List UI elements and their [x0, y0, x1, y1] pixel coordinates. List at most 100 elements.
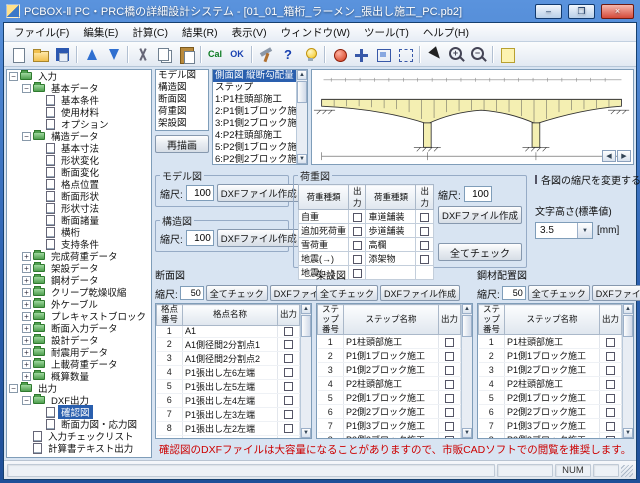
- table-row[interactable]: 7P1側3ブロック施工: [318, 419, 461, 433]
- table-row[interactable]: 2P1側1ブロック施工: [318, 349, 461, 363]
- table-row[interactable]: 3P1側2ブロック施工: [479, 363, 622, 377]
- output-checkbox[interactable]: [284, 354, 293, 363]
- table-row[interactable]: 5P2側1ブロック施工: [318, 391, 461, 405]
- output-checkbox[interactable]: [606, 366, 615, 375]
- copy-icon[interactable]: [153, 44, 175, 64]
- load-dxf-button[interactable]: DXFファイル作成: [438, 206, 522, 224]
- move-up-icon[interactable]: [80, 44, 102, 64]
- table-row[interactable]: 2A1側径間2分割点1: [157, 337, 300, 351]
- expand-icon[interactable]: +: [22, 312, 31, 321]
- figure-list-item[interactable]: 構造図: [156, 82, 208, 94]
- output-checkbox[interactable]: [353, 255, 362, 264]
- expand-icon[interactable]: +: [22, 252, 31, 261]
- section-check-all-button[interactable]: 全てチェック: [206, 285, 268, 301]
- section-scale-input[interactable]: [180, 286, 204, 300]
- output-checkbox[interactable]: [445, 338, 454, 347]
- figure-list-item[interactable]: モデル図: [156, 70, 208, 82]
- scroll-up-icon[interactable]: ▲: [301, 304, 311, 314]
- step-list-scrollbar[interactable]: ▲▼: [296, 70, 307, 164]
- output-checkbox[interactable]: [353, 241, 362, 250]
- zoom-window-icon[interactable]: [394, 44, 416, 64]
- expand-icon[interactable]: +: [22, 324, 31, 333]
- output-checkbox[interactable]: [445, 380, 454, 389]
- output-checkbox[interactable]: [606, 408, 615, 417]
- output-checkbox[interactable]: [284, 382, 293, 391]
- menu-file[interactable]: ファイル(F): [8, 23, 75, 42]
- load-check-all-button[interactable]: 全てチェック: [438, 243, 522, 261]
- tendon-table-scrollbar[interactable]: ▲▼: [622, 304, 633, 438]
- scrollbar-thumb[interactable]: [462, 315, 472, 337]
- output-checkbox[interactable]: [445, 352, 454, 361]
- table-row[interactable]: 1P1柱頭部施工: [318, 335, 461, 349]
- output-checkbox[interactable]: [284, 396, 293, 405]
- expand-icon[interactable]: +: [22, 360, 31, 369]
- move-down-icon[interactable]: [102, 44, 124, 64]
- collapse-icon[interactable]: −: [22, 132, 31, 141]
- table-row[interactable]: 6P2側2ブロック施工: [479, 405, 622, 419]
- open-file-icon[interactable]: [29, 44, 51, 64]
- figure-list-item[interactable]: 荷重図: [156, 106, 208, 118]
- scroll-up-icon[interactable]: ▲: [297, 70, 307, 80]
- output-checkbox[interactable]: [284, 424, 293, 433]
- scrollbar-thumb[interactable]: [301, 315, 311, 337]
- calc-button[interactable]: Cal: [204, 44, 226, 64]
- load-scale-input[interactable]: [464, 186, 492, 202]
- output-checkbox[interactable]: [284, 340, 293, 349]
- table-row[interactable]: 4P2柱頭部施工: [318, 377, 461, 391]
- expand-icon[interactable]: +: [22, 300, 31, 309]
- section-table-scrollbar[interactable]: ▲▼: [300, 304, 311, 438]
- text-height-select[interactable]: 3.5 ▼: [535, 222, 593, 239]
- output-checkbox[interactable]: [420, 227, 429, 236]
- scroll-down-icon[interactable]: ▼: [297, 154, 307, 164]
- table-row[interactable]: 8P1張出し左2左端: [157, 421, 300, 435]
- erection-table-scrollbar[interactable]: ▲▼: [461, 304, 472, 438]
- model-scale-input[interactable]: [186, 185, 214, 201]
- output-checkbox[interactable]: [284, 410, 293, 419]
- pan-view-icon[interactable]: [350, 44, 372, 64]
- expand-icon[interactable]: +: [22, 348, 31, 357]
- output-checkbox[interactable]: [353, 213, 362, 222]
- table-row[interactable]: 9P1張出し左1左端: [157, 435, 300, 439]
- output-checkbox[interactable]: [445, 436, 454, 439]
- fit-view-icon[interactable]: [372, 44, 394, 64]
- tendon-dxf-button[interactable]: DXFファイル作成: [592, 285, 640, 301]
- next-step-button[interactable]: ▶: [617, 150, 631, 162]
- change-scale-option[interactable]: 各図の縮尺を変更する: [535, 172, 632, 187]
- cut-icon[interactable]: [131, 44, 153, 64]
- hint-lamp-icon[interactable]: [299, 44, 321, 64]
- table-row[interactable]: 1A1: [157, 325, 300, 337]
- scroll-down-icon[interactable]: ▼: [462, 428, 472, 438]
- build-icon[interactable]: [255, 44, 277, 64]
- minimize-button[interactable]: –: [535, 4, 562, 19]
- menu-window[interactable]: ウィンドウ(W): [275, 23, 356, 42]
- table-row[interactable]: 8P2側3ブロック施工: [479, 433, 622, 439]
- output-checkbox[interactable]: [420, 255, 429, 264]
- scrollbar-thumb[interactable]: [297, 81, 307, 103]
- output-checkbox[interactable]: [284, 327, 293, 336]
- scroll-down-icon[interactable]: ▼: [301, 428, 311, 438]
- collapse-icon[interactable]: −: [22, 84, 31, 93]
- zoom-in-icon[interactable]: [445, 44, 467, 64]
- zoom-out-icon[interactable]: [467, 44, 489, 64]
- output-checkbox[interactable]: [420, 213, 429, 222]
- table-row[interactable]: 1P1柱頭部施工: [479, 335, 622, 349]
- step-list-item[interactable]: 2:P1側1ブロック施工: [213, 106, 296, 118]
- figure-list-item[interactable]: 架設図: [156, 118, 208, 130]
- output-checkbox[interactable]: [445, 408, 454, 417]
- output-checkbox[interactable]: [420, 241, 429, 250]
- maximize-button[interactable]: ❐: [568, 4, 595, 19]
- menu-help[interactable]: ヘルプ(H): [417, 23, 475, 42]
- output-checkbox[interactable]: [606, 352, 615, 361]
- table-row[interactable]: 5P2側1ブロック施工: [479, 391, 622, 405]
- step-list-item[interactable]: 6:P2側2ブロック施工: [213, 154, 296, 164]
- erection-check-all-button[interactable]: 全てチェック: [316, 285, 378, 301]
- paste-icon[interactable]: [175, 44, 197, 64]
- ok-button[interactable]: OK: [226, 44, 248, 64]
- table-row[interactable]: 3A1側径間2分割点2: [157, 351, 300, 365]
- table-row[interactable]: 7P1張出し左3左端: [157, 407, 300, 421]
- change-scale-checkbox[interactable]: [535, 175, 537, 184]
- table-row[interactable]: 7P1側3ブロック施工: [479, 419, 622, 433]
- prev-step-button[interactable]: ◀: [602, 150, 616, 162]
- figure-list-item[interactable]: 断面図: [156, 94, 208, 106]
- scrollbar-thumb[interactable]: [623, 315, 633, 337]
